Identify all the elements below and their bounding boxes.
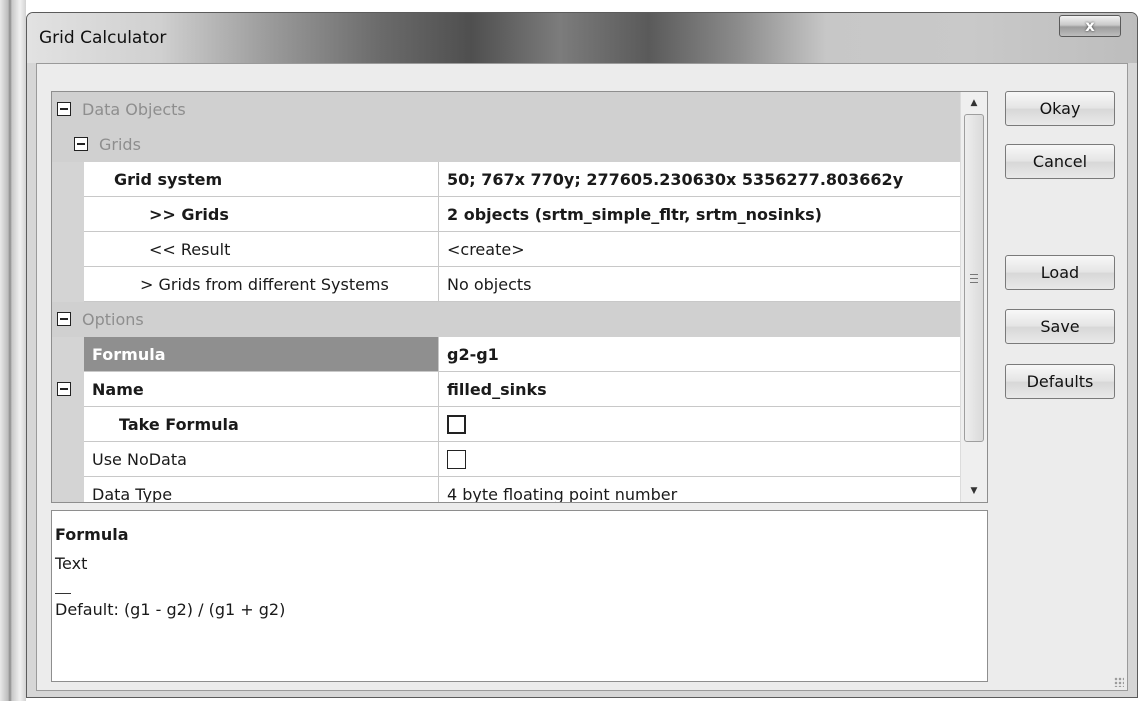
data-type-label: Data Type	[92, 484, 173, 503]
result-value[interactable]: <create>	[439, 232, 960, 267]
property-row-input-grids[interactable]: >> Grids 2 objects (srtm_simple_fltr, sr…	[52, 197, 960, 232]
take-formula-value	[439, 407, 960, 442]
load-button[interactable]: Load	[1005, 255, 1115, 290]
property-name: >> Grids	[84, 197, 439, 232]
property-row-take-formula[interactable]: Take Formula	[52, 407, 960, 442]
property-row-grid-system[interactable]: Grid system 50; 767x 770y; 277605.230630…	[52, 162, 960, 197]
background-window-edge	[0, 0, 26, 701]
okay-button[interactable]: Okay	[1005, 91, 1115, 126]
property-row-data-type[interactable]: Data Type 4 byte floating point number	[52, 477, 960, 503]
row-margin	[52, 197, 84, 232]
grid-system-label: Grid system	[114, 169, 223, 189]
property-name: Data Type	[84, 477, 439, 503]
arrow-up-icon[interactable]: ▲	[961, 92, 987, 114]
category-data-objects[interactable]: Data Objects	[52, 92, 960, 127]
description-default: Default: (g1 - g2) / (g1 + g2)	[55, 600, 286, 619]
resize-grip-icon[interactable]	[1114, 677, 1124, 687]
window-title: Grid Calculator	[39, 28, 167, 48]
name-label: Name	[92, 379, 144, 399]
description-panel: Formula Text Default: (g1 - g2) / (g1 + …	[51, 510, 988, 682]
row-margin	[52, 477, 84, 502]
defaults-button[interactable]: Defaults	[1005, 364, 1115, 399]
collapse-icon[interactable]	[57, 312, 71, 326]
property-row-grids-other-systems[interactable]: > Grids from different Systems No object…	[52, 267, 960, 302]
description-type: Text	[55, 554, 88, 573]
grid-calculator-dialog: Grid Calculator x Data Objects Grids Gri…	[26, 12, 1138, 698]
category-label: Options	[82, 310, 144, 329]
row-margin	[52, 407, 84, 442]
close-icon: x	[1085, 17, 1095, 35]
property-name: Use NoData	[84, 442, 439, 477]
collapse-icon[interactable]	[57, 382, 71, 396]
property-name: Formula	[84, 337, 439, 372]
save-button[interactable]: Save	[1005, 309, 1115, 344]
property-row-formula[interactable]: Formula g2-g1	[52, 337, 960, 372]
result-label: << Result	[149, 239, 231, 259]
category-grids[interactable]: Grids	[52, 127, 960, 162]
category-label: Grids	[99, 135, 141, 154]
property-grid: Data Objects Grids Grid system 50; 767x …	[51, 91, 988, 503]
collapse-icon[interactable]	[74, 137, 88, 151]
property-name: Grid system	[84, 162, 439, 197]
input-grids-label: >> Grids	[149, 204, 229, 224]
row-margin	[52, 232, 84, 267]
grid-system-value[interactable]: 50; 767x 770y; 277605.230630x 5356277.80…	[439, 162, 960, 197]
row-margin	[52, 337, 84, 372]
use-nodata-checkbox[interactable]	[447, 449, 466, 469]
close-button[interactable]: x	[1059, 15, 1121, 37]
property-name: << Result	[84, 232, 439, 267]
property-row-name[interactable]: Name filled_sinks	[52, 372, 960, 407]
scroll-thumb[interactable]	[964, 114, 984, 442]
property-name: > Grids from different Systems	[84, 267, 439, 302]
category-label: Data Objects	[82, 100, 186, 119]
take-formula-checkbox[interactable]	[447, 414, 466, 434]
data-type-value[interactable]: 4 byte floating point number	[439, 477, 960, 502]
grids-other-value[interactable]: No objects	[439, 267, 960, 302]
cancel-button[interactable]: Cancel	[1005, 144, 1115, 179]
property-name: Take Formula	[84, 407, 439, 442]
use-nodata-label: Use NoData	[92, 449, 187, 469]
description-title: Formula	[55, 525, 129, 544]
vertical-scrollbar[interactable]: ▲ ▼	[960, 92, 987, 502]
row-margin	[52, 442, 84, 477]
property-row-use-nodata[interactable]: Use NoData	[52, 442, 960, 477]
grids-other-label: > Grids from different Systems	[140, 274, 389, 294]
use-nodata-value	[439, 442, 960, 477]
title-bar[interactable]: Grid Calculator x	[27, 13, 1137, 63]
name-value[interactable]: filled_sinks	[439, 372, 960, 407]
collapse-icon[interactable]	[57, 102, 71, 116]
take-formula-label: Take Formula	[119, 414, 239, 434]
row-margin	[52, 162, 84, 197]
dialog-client-area: Data Objects Grids Grid system 50; 767x …	[36, 63, 1128, 691]
category-options[interactable]: Options	[52, 302, 960, 337]
grip-icon	[970, 273, 978, 283]
formula-value[interactable]: g2-g1	[439, 337, 960, 372]
arrow-down-icon[interactable]: ▼	[961, 480, 987, 502]
property-name: Name	[84, 372, 439, 407]
property-row-result[interactable]: << Result <create>	[52, 232, 960, 267]
row-margin	[52, 267, 84, 302]
formula-label: Formula	[92, 344, 166, 364]
input-grids-value[interactable]: 2 objects (srtm_simple_fltr, srtm_nosink…	[439, 197, 960, 232]
description-separator	[55, 593, 71, 594]
